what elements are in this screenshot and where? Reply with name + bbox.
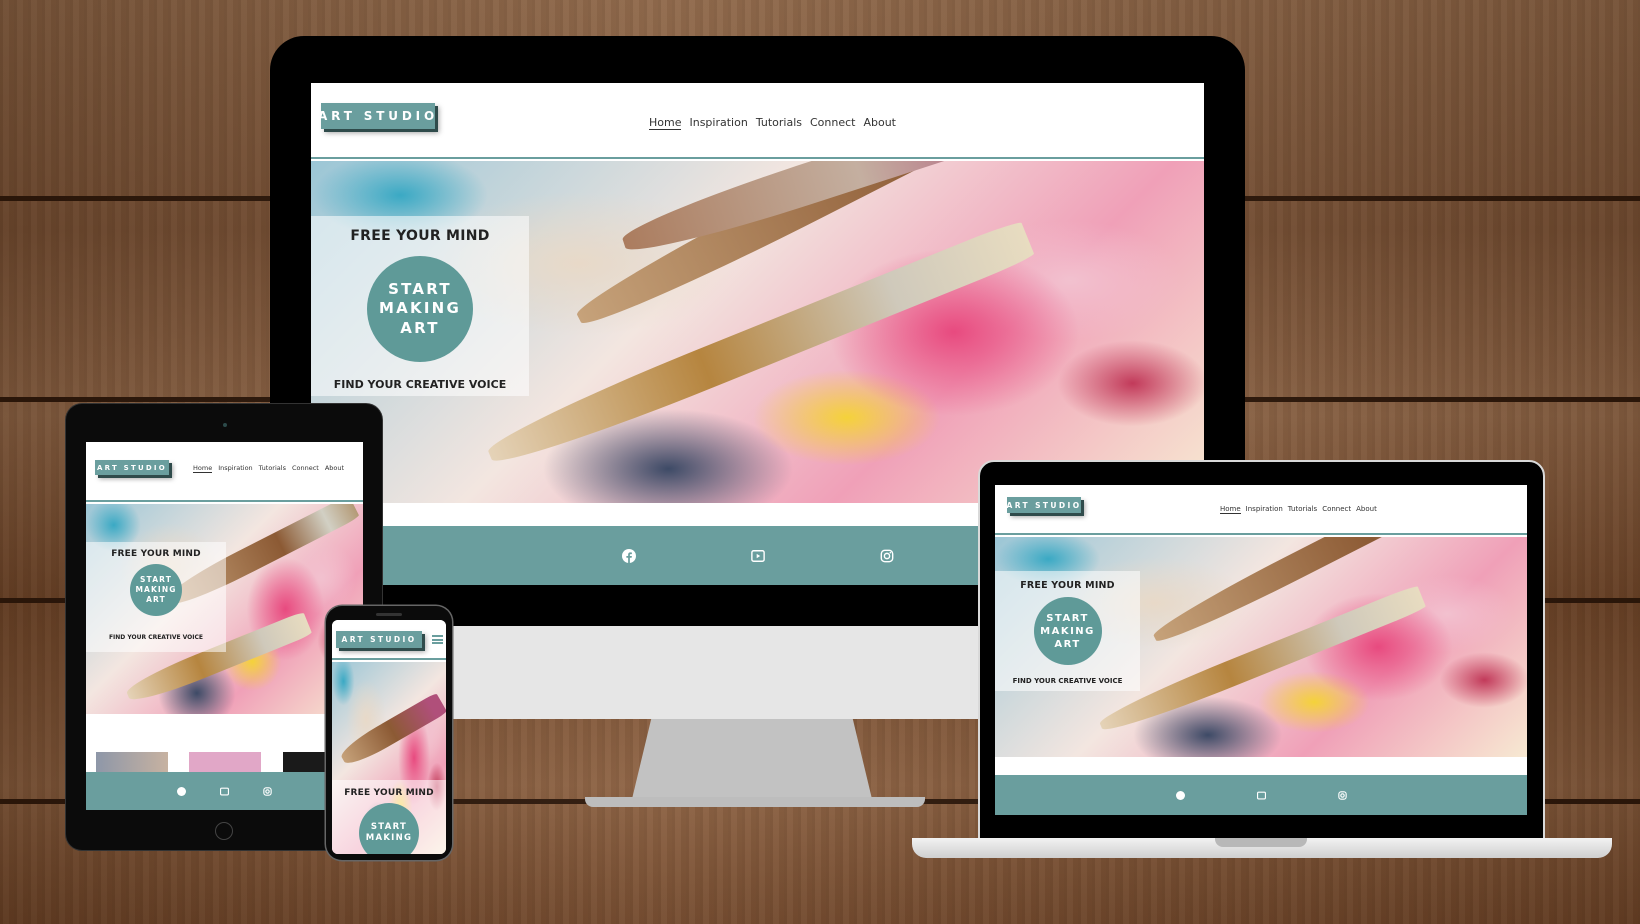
nav-inspiration[interactable]: Inspiration (218, 464, 252, 473)
hero-card: FREE YOUR MIND START MAKING ART FIND YOU… (86, 542, 226, 652)
logo-text: ART STUDIO (318, 109, 438, 123)
brush-decoration (481, 218, 1036, 475)
cta-line-3: ART (146, 594, 166, 604)
cta-line-3: ART (400, 318, 440, 337)
phone-screen: ART STUDIO FREE YOUR MIND START MAKING (332, 620, 446, 854)
nav-home[interactable]: Home (193, 464, 213, 473)
hero-tagline: FIND YOUR CREATIVE VOICE (108, 634, 204, 641)
cta-line-1: START (140, 575, 172, 585)
hero-card: FREE YOUR MIND START MAKING ART FIND YOU… (995, 571, 1140, 691)
nav-home[interactable]: Home (1220, 505, 1241, 514)
youtube-icon[interactable] (1256, 791, 1266, 800)
instagram-icon[interactable] (263, 786, 272, 796)
hero-image: FREE YOUR MIND START MAKING (332, 662, 446, 854)
nav-about[interactable]: About (863, 116, 896, 130)
monitor-stand (632, 719, 872, 799)
facebook-icon[interactable] (621, 548, 636, 563)
tablet-screen: ART STUDIO Home Inspiration Tutorials Co… (86, 442, 363, 810)
brush-decoration (337, 692, 446, 770)
site-header: ART STUDIO Home Inspiration Tutorials Co… (995, 485, 1527, 535)
site-header: ART STUDIO Home Inspiration Tutorials Co… (86, 442, 363, 502)
tablet-home-button (215, 822, 233, 840)
nav-connect[interactable]: Connect (810, 116, 855, 130)
cta-line-1: START (388, 279, 452, 298)
youtube-icon[interactable] (220, 787, 229, 796)
laptop-notch (1215, 838, 1307, 847)
nav-about[interactable]: About (325, 464, 344, 473)
site-logo[interactable]: ART STUDIO (336, 631, 422, 648)
hero-image: FREE YOUR MIND START MAKING ART FIND YOU… (311, 161, 1204, 503)
hero-headline: FREE YOUR MIND (111, 549, 201, 559)
youtube-icon[interactable] (750, 549, 765, 563)
logo-text: ART STUDIO (341, 635, 417, 644)
site-header: ART STUDIO (332, 620, 446, 660)
start-making-art-button[interactable]: START MAKING (359, 803, 419, 854)
nav-tutorials[interactable]: Tutorials (259, 464, 286, 473)
nav-inspiration[interactable]: Inspiration (689, 116, 747, 130)
site-footer (995, 775, 1527, 815)
start-making-art-button[interactable]: START MAKING ART (367, 256, 473, 362)
hero-image: FREE YOUR MIND START MAKING ART FIND YOU… (995, 537, 1527, 757)
site-header: ART STUDIO Home Inspiration Tutorials Co… (311, 83, 1204, 159)
nav-connect[interactable]: Connect (292, 464, 319, 473)
nav-tutorials[interactable]: Tutorials (756, 116, 802, 130)
hero-headline: FREE YOUR MIND (344, 788, 434, 798)
phone-speaker (376, 613, 402, 616)
site-footer (86, 772, 363, 810)
hero-tagline: FIND YOUR CREATIVE VOICE (1012, 677, 1123, 685)
nav-connect[interactable]: Connect (1322, 505, 1351, 514)
site-logo[interactable]: ART STUDIO (95, 460, 169, 475)
cta-line-1: START (1046, 612, 1089, 624)
gallery-thumbnail[interactable] (189, 752, 261, 772)
cta-line-3: ART (1054, 638, 1081, 650)
cta-line-2: MAKING (135, 585, 177, 595)
main-nav: Home Inspiration Tutorials Connect About (193, 464, 344, 473)
hamburger-menu-icon[interactable] (432, 635, 443, 644)
facebook-icon[interactable] (177, 786, 186, 796)
site-logo[interactable]: ART STUDIO (318, 103, 438, 129)
gallery-thumbnail[interactable] (96, 752, 168, 772)
nav-about[interactable]: About (1356, 505, 1377, 514)
logo-text: ART STUDIO (97, 463, 167, 472)
logo-text: ART STUDIO (1006, 500, 1082, 510)
hero-tagline: FIND YOUR CREATIVE VOICE (333, 378, 507, 391)
nav-home[interactable]: Home (649, 116, 682, 130)
hero-headline: FREE YOUR MIND (1020, 580, 1115, 591)
laptop-screen: ART STUDIO Home Inspiration Tutorials Co… (995, 485, 1527, 815)
start-making-art-button[interactable]: START MAKING ART (1033, 597, 1102, 665)
site-logo[interactable]: ART STUDIO (1007, 497, 1081, 513)
main-nav: Home Inspiration Tutorials Connect About (649, 116, 896, 130)
cta-line-2: MAKING (365, 833, 413, 843)
hero-headline: FREE YOUR MIND (350, 228, 490, 244)
hero-image: FREE YOUR MIND START MAKING ART FIND YOU… (86, 504, 363, 714)
instagram-icon[interactable] (1337, 790, 1347, 800)
hero-card: FREE YOUR MIND START MAKING (332, 780, 446, 854)
nav-inspiration[interactable]: Inspiration (1246, 505, 1283, 514)
facebook-icon[interactable] (1175, 790, 1185, 800)
instagram-icon[interactable] (880, 549, 894, 563)
brush-decoration (1096, 584, 1427, 739)
tablet-camera (223, 423, 227, 427)
cta-line-1: START (370, 821, 408, 832)
cta-line-2: MAKING (378, 299, 462, 318)
nav-tutorials[interactable]: Tutorials (1288, 505, 1317, 514)
hero-card: FREE YOUR MIND START MAKING ART FIND YOU… (311, 216, 529, 396)
main-nav: Home Inspiration Tutorials Connect About (1220, 505, 1377, 514)
cta-line-2: MAKING (1040, 625, 1095, 637)
monitor-stand-foot (585, 797, 925, 807)
start-making-art-button[interactable]: START MAKING ART (130, 564, 182, 616)
